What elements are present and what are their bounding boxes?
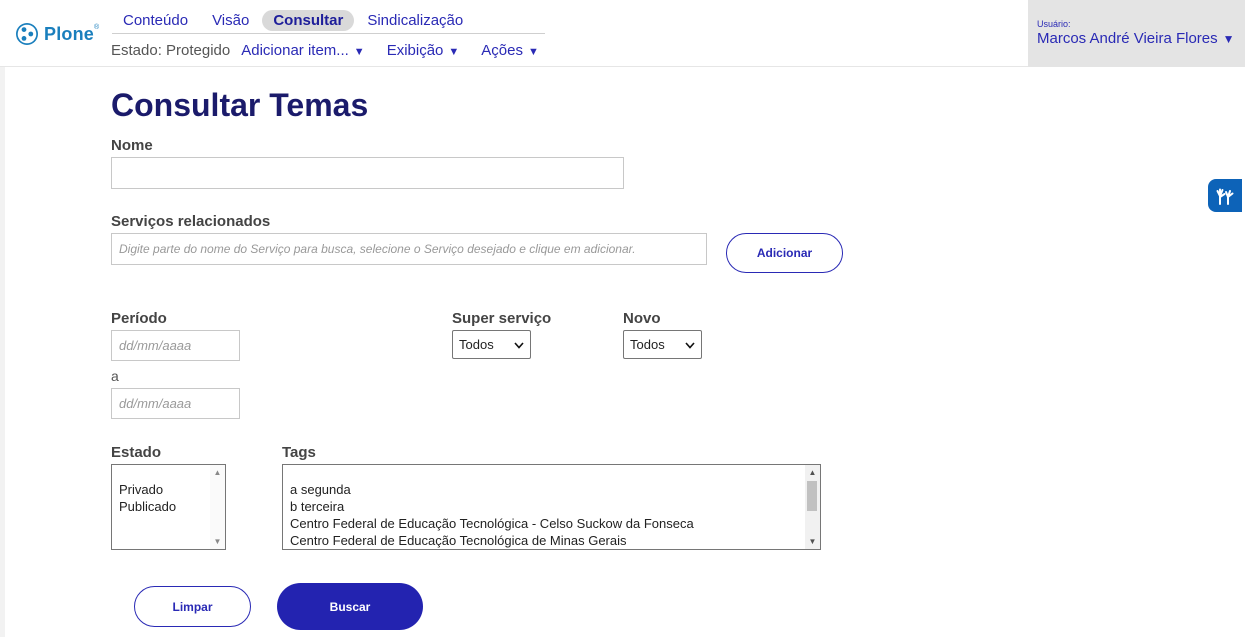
caret-down-icon: ▼: [448, 45, 460, 58]
scroll-up-icon[interactable]: ▲: [210, 465, 225, 480]
periodo-to-input[interactable]: [111, 388, 240, 419]
vlibras-hands-icon: [1216, 188, 1234, 205]
novo-select[interactable]: Todos: [623, 330, 702, 359]
tab-visao[interactable]: Visão: [201, 10, 260, 31]
content-views-tabs: Conteúdo Visão Consultar Sindicalização: [112, 7, 545, 34]
periodo-separator: a: [111, 368, 119, 384]
estado-option[interactable]: Privado: [119, 481, 176, 498]
nome-input[interactable]: [111, 157, 624, 189]
tab-conteudo[interactable]: Conteúdo: [112, 10, 199, 31]
tag-option[interactable]: b terceira: [290, 498, 694, 515]
scroll-down-icon[interactable]: ▼: [805, 534, 820, 549]
brand-name: Plone®: [44, 23, 100, 44]
chevron-down-icon: [514, 338, 524, 352]
servicos-search-input[interactable]: [111, 233, 707, 265]
menu-exibicao[interactable]: Exibição ▼: [387, 42, 460, 59]
tag-option[interactable]: Centro Federal de Educação Tecnológica -…: [290, 515, 694, 532]
menu-adicionar-item-label: Adicionar item...: [241, 41, 349, 59]
estado-scrollbar[interactable]: ▲ ▼: [210, 465, 225, 549]
caret-down-icon: ▼: [1222, 32, 1235, 46]
tag-option[interactable]: Centro Federal de Educação Tecnológica d…: [290, 532, 694, 549]
menu-acoes[interactable]: Ações ▼: [481, 42, 539, 59]
chevron-down-icon: [685, 338, 695, 352]
buscar-button[interactable]: Buscar: [277, 583, 423, 630]
estado-listbox[interactable]: Privado Publicado ▲ ▼: [111, 464, 226, 550]
tags-listbox[interactable]: a segunda b terceira Centro Federal de E…: [282, 464, 821, 550]
tags-options: a segunda b terceira Centro Federal de E…: [290, 481, 694, 549]
user-name-text: Marcos André Vieira Flores: [1037, 30, 1218, 47]
periodo-label: Período: [111, 310, 167, 327]
plone-logo-icon: [16, 23, 38, 45]
novo-label: Novo: [623, 310, 661, 327]
super-servico-select[interactable]: Todos: [452, 330, 531, 359]
tag-option[interactable]: a segunda: [290, 481, 694, 498]
user-label: Usuário:: [1037, 19, 1071, 29]
menu-acoes-label: Ações: [481, 41, 523, 59]
user-menu[interactable]: Usuário: Marcos André Vieira Flores ▼: [1028, 0, 1245, 67]
workflow-state: Estado: Protegido: [111, 41, 231, 59]
adicionar-button[interactable]: Adicionar: [726, 233, 843, 273]
plone-toolbar: Plone® Conteúdo Visão Consultar Sindical…: [0, 0, 1245, 67]
menu-exibicao-label: Exibição: [386, 41, 444, 59]
scrollbar-thumb[interactable]: [807, 481, 817, 511]
estado-options: Privado Publicado: [119, 481, 176, 515]
novo-value: Todos: [630, 337, 665, 352]
periodo-from-input[interactable]: [111, 330, 240, 361]
tags-scrollbar[interactable]: ▲ ▼: [805, 465, 820, 549]
plone-logo[interactable]: Plone®: [15, 20, 99, 48]
nome-label: Nome: [111, 137, 153, 154]
page-title: Consultar Temas: [111, 87, 369, 123]
tab-sindicalizacao[interactable]: Sindicalização: [356, 10, 474, 31]
caret-down-icon: ▼: [527, 45, 539, 58]
scroll-up-icon[interactable]: ▲: [805, 465, 820, 480]
caret-down-icon: ▼: [353, 45, 365, 58]
page-left-rule: [0, 67, 5, 637]
menu-adicionar-item[interactable]: Adicionar item... ▼: [241, 42, 364, 59]
tags-label: Tags: [282, 444, 316, 461]
tab-consultar[interactable]: Consultar: [262, 9, 355, 31]
vlibras-accessibility-button[interactable]: [1208, 179, 1242, 212]
user-name[interactable]: Marcos André Vieira Flores ▼: [1037, 30, 1245, 47]
super-servico-label: Super serviço: [452, 310, 552, 327]
estado-option[interactable]: Publicado: [119, 498, 176, 515]
estado-label: Estado: [111, 444, 162, 461]
content-actions-bar: Estado: Protegido Adicionar item... ▼ Exi…: [111, 38, 561, 62]
servicos-relacionados-label: Serviços relacionados: [111, 213, 271, 230]
super-servico-value: Todos: [459, 337, 494, 352]
scroll-down-icon[interactable]: ▼: [210, 534, 225, 549]
limpar-button[interactable]: Limpar: [134, 586, 251, 627]
